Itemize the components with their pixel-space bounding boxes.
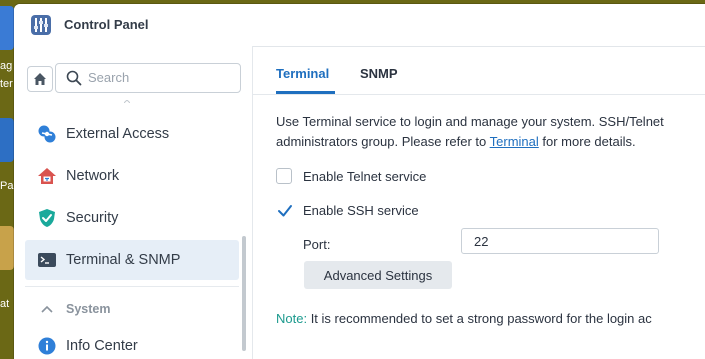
window-titlebar[interactable]: Control Panel — [14, 4, 705, 47]
control-panel-app-icon — [31, 15, 51, 35]
search-icon — [66, 70, 82, 86]
description-text: for more details. — [538, 134, 636, 149]
control-panel-window: Control Panel Search External Access Net… — [14, 4, 705, 359]
search-box[interactable] — [55, 63, 241, 93]
sidebar-item-security[interactable]: Security — [25, 198, 239, 238]
desktop-background: ag ter Pa at — [0, 0, 14, 349]
ssh-row: Enable SSH service — [276, 202, 419, 218]
desktop-icon-label: Pa — [0, 180, 14, 192]
external-access-icon — [37, 124, 57, 144]
telnet-row: Enable Telnet service — [276, 168, 426, 184]
section-header-label: System — [66, 302, 111, 316]
sidebar-item-terminal-snmp[interactable]: Terminal & SNMP — [25, 240, 239, 280]
port-label: Port: — [303, 237, 331, 252]
sidebar-item-label: Terminal & SNMP — [66, 252, 181, 268]
active-tab-indicator — [276, 91, 335, 94]
telnet-label[interactable]: Enable Telnet service — [303, 169, 426, 184]
security-note: Note: It is recommended to set a strong … — [276, 311, 652, 326]
terminal-description: Use Terminal service to login and manage… — [276, 112, 664, 152]
security-shield-icon — [37, 208, 57, 228]
desktop-icon-label: at — [0, 298, 10, 310]
port-input[interactable] — [461, 228, 659, 254]
sidebar: External Access Network Security — [14, 46, 253, 359]
search-input[interactable] — [88, 68, 233, 86]
description-line: administrators group. Please refer to Te… — [276, 132, 664, 152]
tab-terminal[interactable]: Terminal — [276, 66, 329, 81]
terminal-help-link[interactable]: Terminal — [490, 134, 539, 149]
info-icon — [37, 336, 57, 356]
telnet-checkbox[interactable] — [276, 168, 292, 184]
desktop-icon-label: ter — [0, 78, 13, 90]
description-text: administrators group. Please refer to — [276, 134, 490, 149]
section-header-system[interactable]: System — [25, 296, 239, 322]
sidebar-scrollbar[interactable] — [242, 236, 246, 351]
chevron-up-icon — [37, 305, 57, 313]
scroll-up-indicator — [124, 100, 130, 103]
sidebar-item-label: Info Center — [66, 338, 138, 354]
main-content: Terminal SNMP Use Terminal service to lo… — [253, 46, 705, 359]
sidebar-item-label: Security — [66, 210, 119, 226]
note-text: It is recommended to set a strong passwo… — [307, 311, 652, 326]
description-line: Use Terminal service to login and manage… — [276, 114, 664, 129]
network-house-icon — [37, 166, 57, 186]
terminal-icon — [37, 250, 57, 270]
desktop-app-icon[interactable] — [0, 118, 14, 162]
ssh-label[interactable]: Enable SSH service — [303, 203, 419, 218]
sidebar-item-info-center[interactable]: Info Center — [25, 326, 239, 359]
desktop-icon-label: ag — [0, 60, 13, 72]
sidebar-item-network[interactable]: Network — [25, 156, 239, 196]
checkmark-icon — [278, 205, 292, 217]
home-icon — [34, 73, 46, 85]
home-button[interactable] — [27, 66, 53, 92]
tab-snmp[interactable]: SNMP — [360, 66, 398, 81]
ssh-checkbox[interactable] — [276, 202, 292, 218]
desktop-app-icon[interactable] — [0, 6, 14, 50]
tab-bar: Terminal SNMP — [253, 46, 705, 95]
sidebar-item-external-access[interactable]: External Access — [25, 114, 239, 154]
section-divider — [25, 286, 239, 287]
desktop-app-icon[interactable] — [0, 226, 14, 270]
sidebar-item-label: External Access — [66, 126, 170, 142]
note-label: Note: — [276, 311, 308, 326]
window-title: Control Panel — [64, 17, 149, 32]
sidebar-item-label: Network — [66, 168, 120, 184]
advanced-settings-button[interactable]: Advanced Settings — [304, 261, 452, 289]
